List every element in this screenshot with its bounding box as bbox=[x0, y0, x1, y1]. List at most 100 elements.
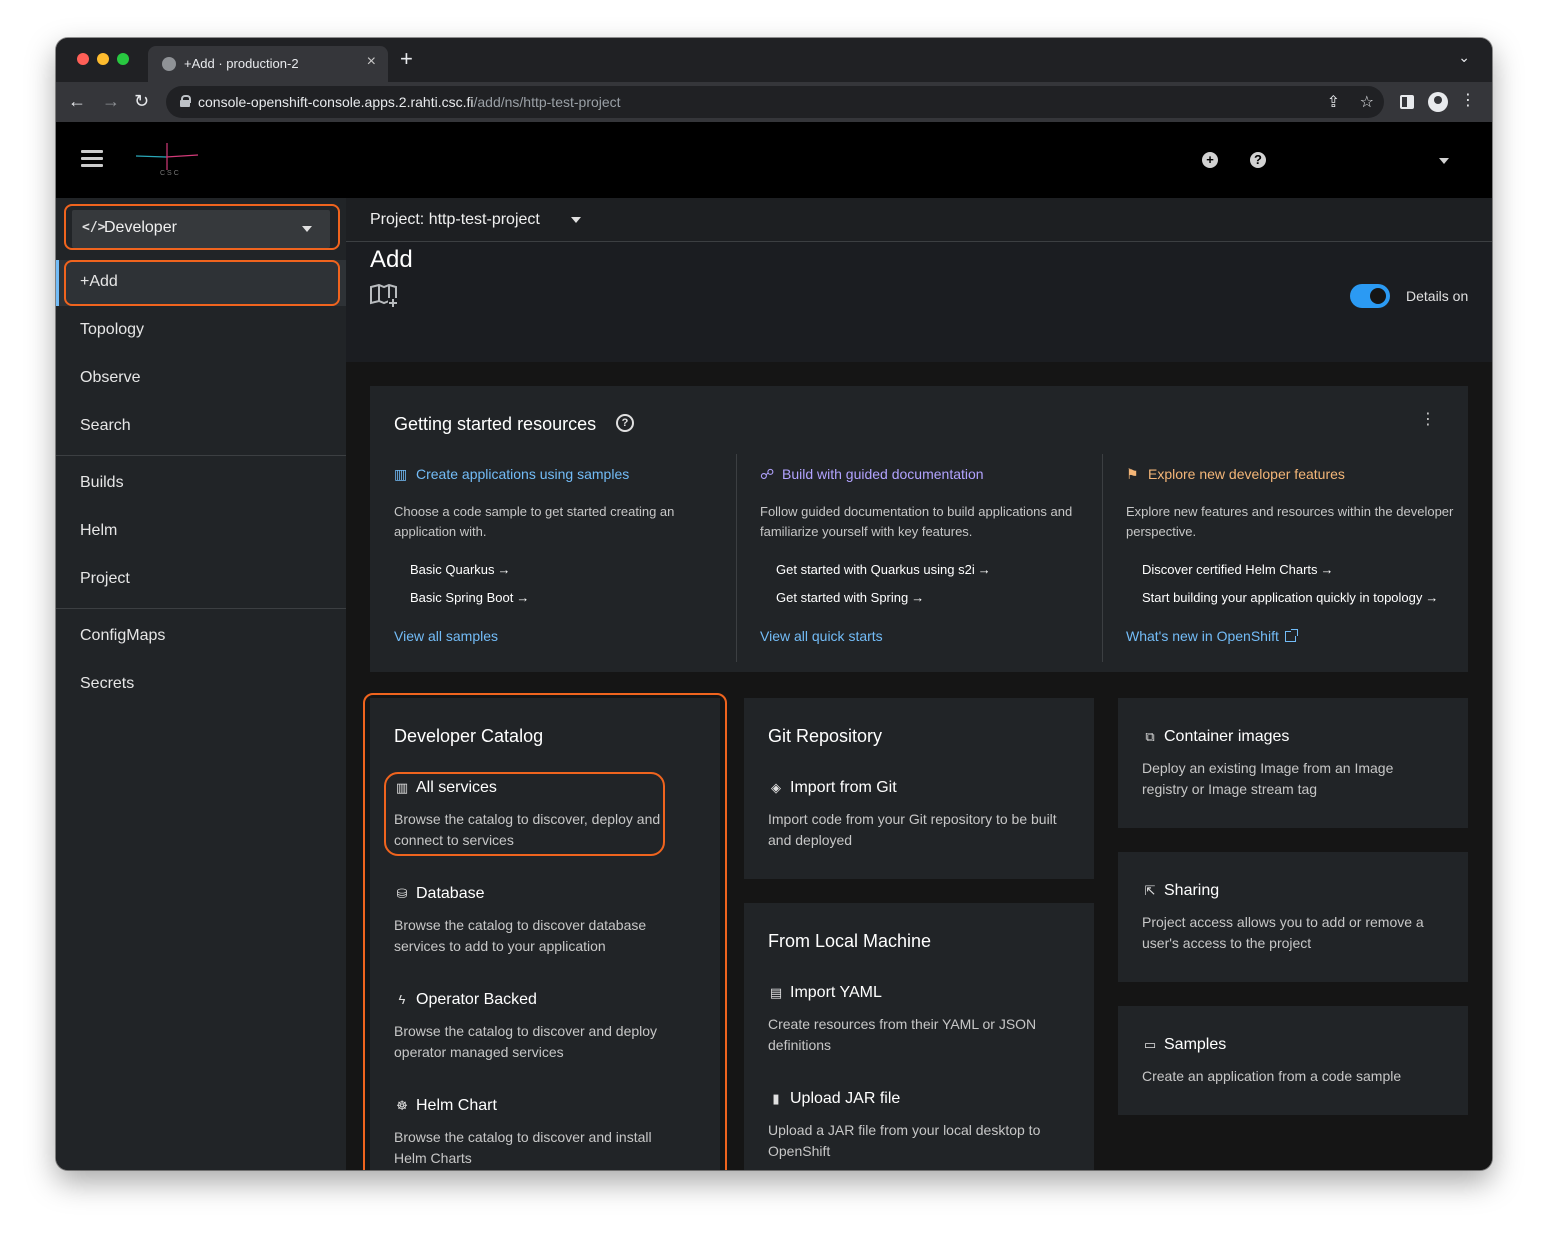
import-yaml-link[interactable]: ▤ Import YAML bbox=[768, 984, 882, 1002]
sidebar-item-label: Helm bbox=[80, 522, 118, 539]
samples-card: ▭ Samples Create an application from a co… bbox=[1118, 1006, 1468, 1115]
link-basic-quarkus[interactable]: Basic Quarkus → bbox=[410, 562, 511, 577]
sidebar-divider bbox=[56, 608, 346, 609]
upload-jar-link[interactable]: ▮ Upload JAR file bbox=[768, 1090, 900, 1108]
view-all-quick-starts-link[interactable]: View all quick starts bbox=[760, 628, 883, 644]
browser-window: +Add · production-2 × + ⌄ ← → ↻ console-… bbox=[56, 38, 1492, 1170]
main-content: Project: http-test-project Add Details o… bbox=[346, 198, 1492, 1170]
container-images-link[interactable]: ⧉ Container images bbox=[1142, 728, 1289, 746]
sidebar-item-label: Observe bbox=[80, 369, 141, 386]
sharing-link[interactable]: ⇱ Sharing bbox=[1142, 882, 1220, 900]
sidebar-item-helm[interactable]: Helm bbox=[56, 509, 346, 555]
sidebar-item-label: Search bbox=[80, 417, 131, 434]
column-divider bbox=[736, 454, 737, 662]
forward-button[interactable]: → bbox=[102, 90, 120, 112]
tab-search-button[interactable]: ⌄ bbox=[1458, 49, 1470, 66]
sharing-card: ⇱ Sharing Project access allows you to ad… bbox=[1118, 852, 1468, 982]
link-spring[interactable]: Get started with Spring → bbox=[776, 590, 924, 605]
book-plus-icon[interactable] bbox=[370, 284, 398, 308]
side-panel-icon[interactable] bbox=[1400, 95, 1414, 109]
sidebar: </> Developer +Add Topology Observe Sear… bbox=[56, 198, 346, 1170]
view-all-samples-link[interactable]: View all samples bbox=[394, 628, 498, 644]
file-upload-icon: ▮ bbox=[772, 1091, 780, 1106]
whats-new-link[interactable]: What's new in OpenShift bbox=[1126, 628, 1298, 644]
details-toggle[interactable] bbox=[1350, 284, 1390, 308]
profile-avatar-icon[interactable] bbox=[1428, 92, 1448, 112]
sidebar-item-label: ConfigMaps bbox=[80, 627, 166, 644]
globe-icon bbox=[162, 57, 176, 71]
sidebar-item-topology[interactable]: Topology bbox=[56, 308, 346, 354]
quick-starts-column-description: Follow guided documentation to build app… bbox=[760, 504, 1073, 539]
reload-button[interactable]: ↻ bbox=[134, 90, 149, 112]
laptop-icon: ▭ bbox=[1143, 1037, 1157, 1052]
project-selector[interactable]: Project: http-test-project bbox=[370, 211, 540, 229]
route-icon: ☍ bbox=[760, 466, 775, 482]
local-machine-card: From Local Machine ▤ Import YAML Create r… bbox=[744, 903, 1094, 1170]
masthead: CSC + ? bbox=[56, 122, 1492, 198]
external-link-icon bbox=[1284, 629, 1298, 642]
tab-strip: +Add · production-2 × + ⌄ bbox=[56, 38, 1492, 82]
logo-text: CSC bbox=[160, 170, 181, 177]
lock-icon[interactable] bbox=[180, 95, 191, 107]
address-bar[interactable]: console-openshift-console.apps.2.rahti.c… bbox=[166, 86, 1384, 118]
quick-starts-column-title[interactable]: ☍ Build with guided documentation bbox=[760, 466, 984, 483]
sidebar-item-project[interactable]: Project bbox=[56, 557, 346, 603]
close-window-button[interactable] bbox=[77, 53, 89, 65]
plus-circle-icon[interactable]: + bbox=[1202, 152, 1218, 168]
sidebar-item-builds[interactable]: Builds bbox=[56, 461, 346, 507]
share-icon[interactable]: ⇪ bbox=[1327, 92, 1340, 112]
csc-logo[interactable]: CSC bbox=[135, 140, 200, 182]
caret-down-icon[interactable] bbox=[571, 217, 581, 223]
tab-title: +Add · production-2 bbox=[184, 56, 299, 71]
browser-menu-kebab-icon[interactable]: ⋮ bbox=[1460, 90, 1476, 112]
sidebar-item-label: Project bbox=[80, 570, 130, 587]
sidebar-item-label: Builds bbox=[80, 474, 124, 491]
link-basic-spring-boot[interactable]: Basic Spring Boot → bbox=[410, 590, 529, 605]
url-text[interactable]: console-openshift-console.apps.2.rahti.c… bbox=[198, 94, 621, 110]
features-column-title[interactable]: ⚑ Explore new developer features bbox=[1126, 466, 1345, 483]
bookmark-star-icon[interactable]: ☆ bbox=[1360, 92, 1374, 112]
flag-icon: ⚑ bbox=[1126, 466, 1139, 482]
upload-jar-description: Upload a JAR file from your local deskto… bbox=[768, 1122, 1041, 1159]
sidebar-item-configmaps[interactable]: ConfigMaps bbox=[56, 614, 346, 660]
sidebar-item-secrets[interactable]: Secrets bbox=[56, 662, 346, 708]
samples-column-title[interactable]: ▥ Create applications using samples bbox=[394, 466, 629, 483]
hamburger-menu-icon[interactable] bbox=[81, 150, 103, 168]
maximize-window-button[interactable] bbox=[117, 53, 129, 65]
tab-close-button[interactable]: × bbox=[367, 53, 376, 71]
link-quarkus-s2i[interactable]: Get started with Quarkus using s2i → bbox=[776, 562, 991, 577]
sidebar-item-search[interactable]: Search bbox=[56, 404, 346, 450]
sidebar-item-label: Secrets bbox=[80, 675, 135, 692]
getting-started-title: Getting started resources bbox=[394, 414, 597, 434]
page-header: Add Details on bbox=[346, 242, 1492, 362]
samples-column-description: Choose a code sample to get started crea… bbox=[394, 504, 675, 539]
container-images-card: ⧉ Container images Deploy an existing Ima… bbox=[1118, 698, 1468, 828]
highlight-perspective bbox=[64, 204, 340, 250]
project-bar: Project: http-test-project bbox=[346, 198, 1492, 242]
getting-started-card: Getting started resources ? ⋮ ▥ Create ap… bbox=[370, 386, 1468, 672]
help-circle-icon[interactable]: ? bbox=[1250, 152, 1266, 168]
samples-link[interactable]: ▭ Samples bbox=[1142, 1036, 1226, 1054]
new-tab-button[interactable]: + bbox=[400, 48, 413, 70]
link-topology[interactable]: Start building your application quickly … bbox=[1142, 590, 1438, 605]
column-divider bbox=[1102, 454, 1103, 662]
import-from-git-link[interactable]: ◈ Import from Git bbox=[768, 779, 897, 797]
book-icon: ▥ bbox=[394, 466, 408, 482]
sidebar-item-label: Topology bbox=[80, 321, 145, 338]
import-yaml-description: Create resources from their YAML or JSON… bbox=[768, 1016, 1037, 1053]
sidebar-item-observe[interactable]: Observe bbox=[56, 356, 346, 402]
browser-tab[interactable]: +Add · production-2 × bbox=[148, 46, 388, 82]
link-helm-charts[interactable]: Discover certified Helm Charts → bbox=[1142, 562, 1334, 577]
card-kebab-icon[interactable]: ⋮ bbox=[1420, 412, 1436, 428]
user-menu-caret-icon[interactable] bbox=[1439, 158, 1449, 164]
back-button[interactable]: ← bbox=[68, 90, 86, 112]
help-circle-icon[interactable]: ? bbox=[616, 414, 634, 432]
features-column: ⚑ Explore new developer features Explore … bbox=[1126, 452, 1468, 662]
container-images-description: Deploy an existing Image from an Image r… bbox=[1142, 760, 1394, 797]
minimize-window-button[interactable] bbox=[97, 53, 109, 65]
cube-stack-icon: ⧉ bbox=[1145, 729, 1155, 744]
sharing-description: Project access allows you to add or remo… bbox=[1142, 914, 1424, 951]
git-icon: ◈ bbox=[771, 780, 781, 795]
page-title: Add bbox=[370, 246, 413, 273]
highlight-add bbox=[64, 260, 340, 306]
